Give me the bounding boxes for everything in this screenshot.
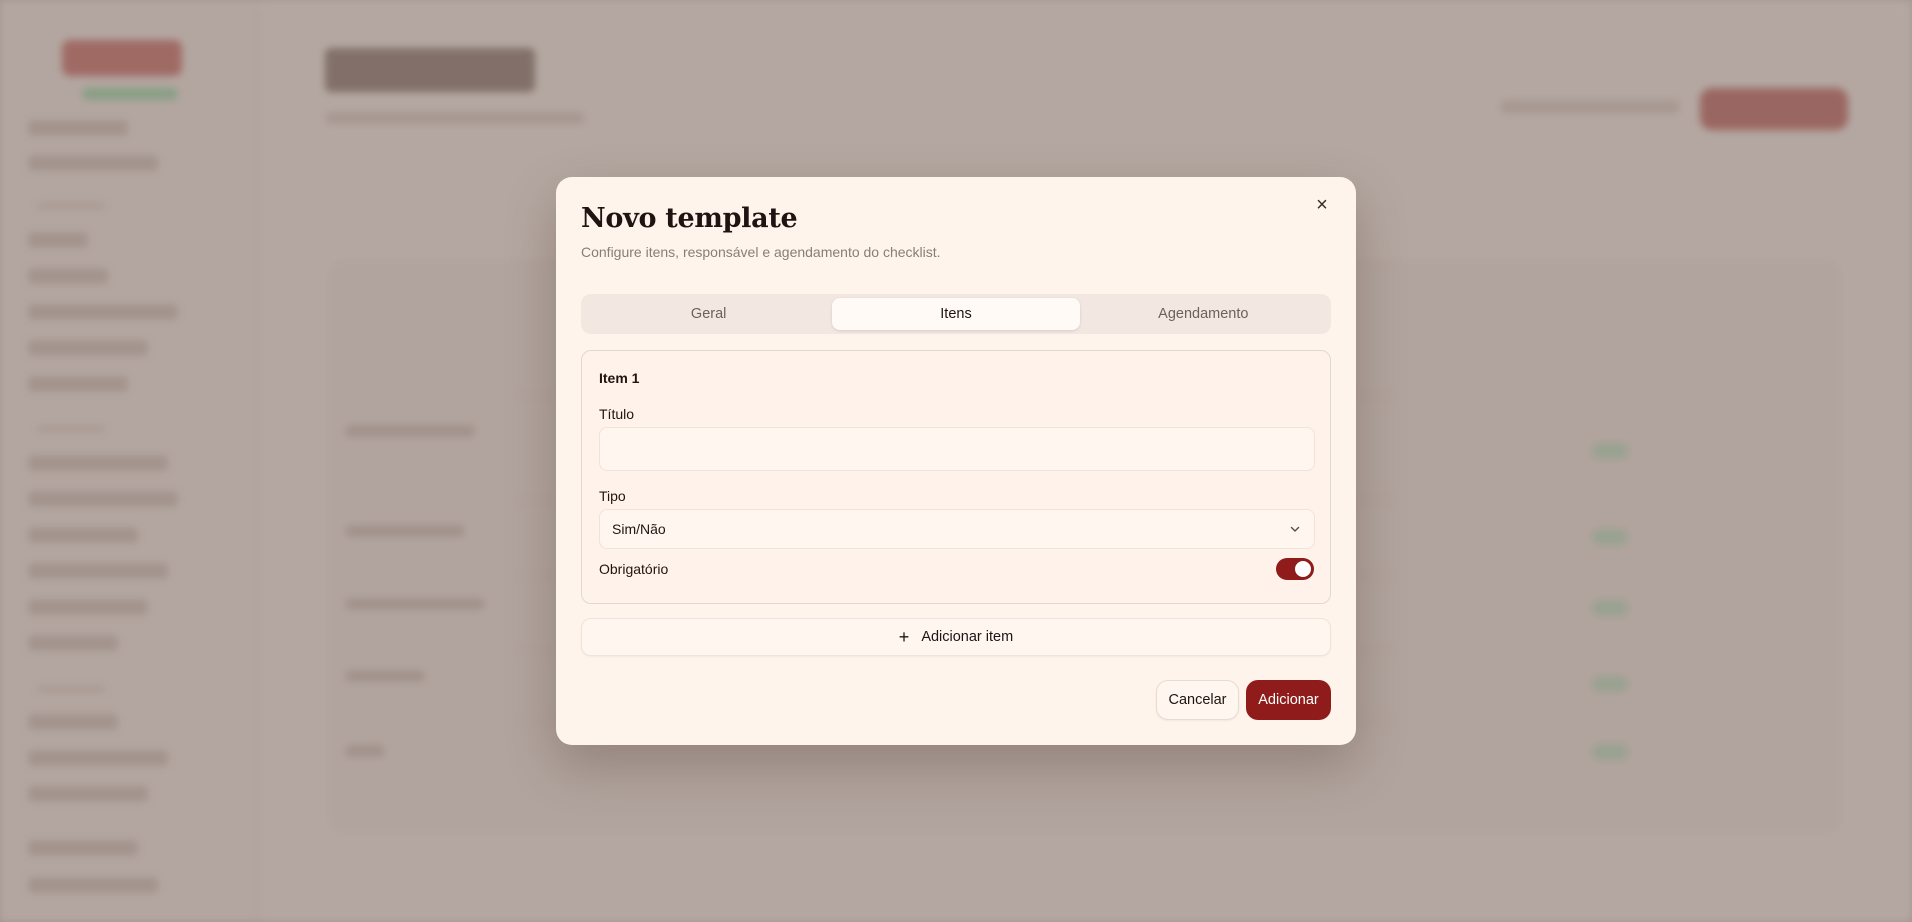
required-label: Obrigatório: [599, 561, 669, 577]
submit-button[interactable]: Adicionar: [1246, 680, 1331, 720]
new-template-dialog: × Novo template Configure itens, respons…: [556, 177, 1356, 745]
dialog-title: Novo template: [581, 203, 798, 234]
dialog-description: Configure itens, responsável e agendamen…: [581, 244, 941, 260]
add-item-label: Adicionar item: [921, 629, 1014, 645]
required-toggle[interactable]: [1276, 558, 1314, 580]
chevron-down-icon: [1288, 522, 1302, 536]
add-item-button[interactable]: + Adicionar item: [581, 618, 1331, 656]
toggle-knob: [1295, 561, 1311, 577]
type-select-value: Sim/Não: [612, 521, 666, 537]
dialog-tabs: Geral Itens Agendamento: [581, 294, 1331, 334]
title-input[interactable]: [599, 427, 1315, 471]
tab-itens[interactable]: Itens: [832, 298, 1080, 330]
item-label: Item 1: [599, 370, 640, 386]
close-icon[interactable]: ×: [1310, 193, 1334, 217]
cancel-button[interactable]: Cancelar: [1156, 680, 1239, 720]
type-select[interactable]: Sim/Não: [599, 509, 1315, 549]
tab-agendamento[interactable]: Agendamento: [1080, 298, 1327, 330]
checklist-item-card: Item 1 Título Tipo Sim/Não Obrigatório: [581, 350, 1331, 604]
tab-geral[interactable]: Geral: [585, 298, 832, 330]
plus-icon: +: [898, 627, 910, 647]
title-field-label: Título: [599, 406, 635, 422]
type-field-label: Tipo: [599, 488, 626, 504]
